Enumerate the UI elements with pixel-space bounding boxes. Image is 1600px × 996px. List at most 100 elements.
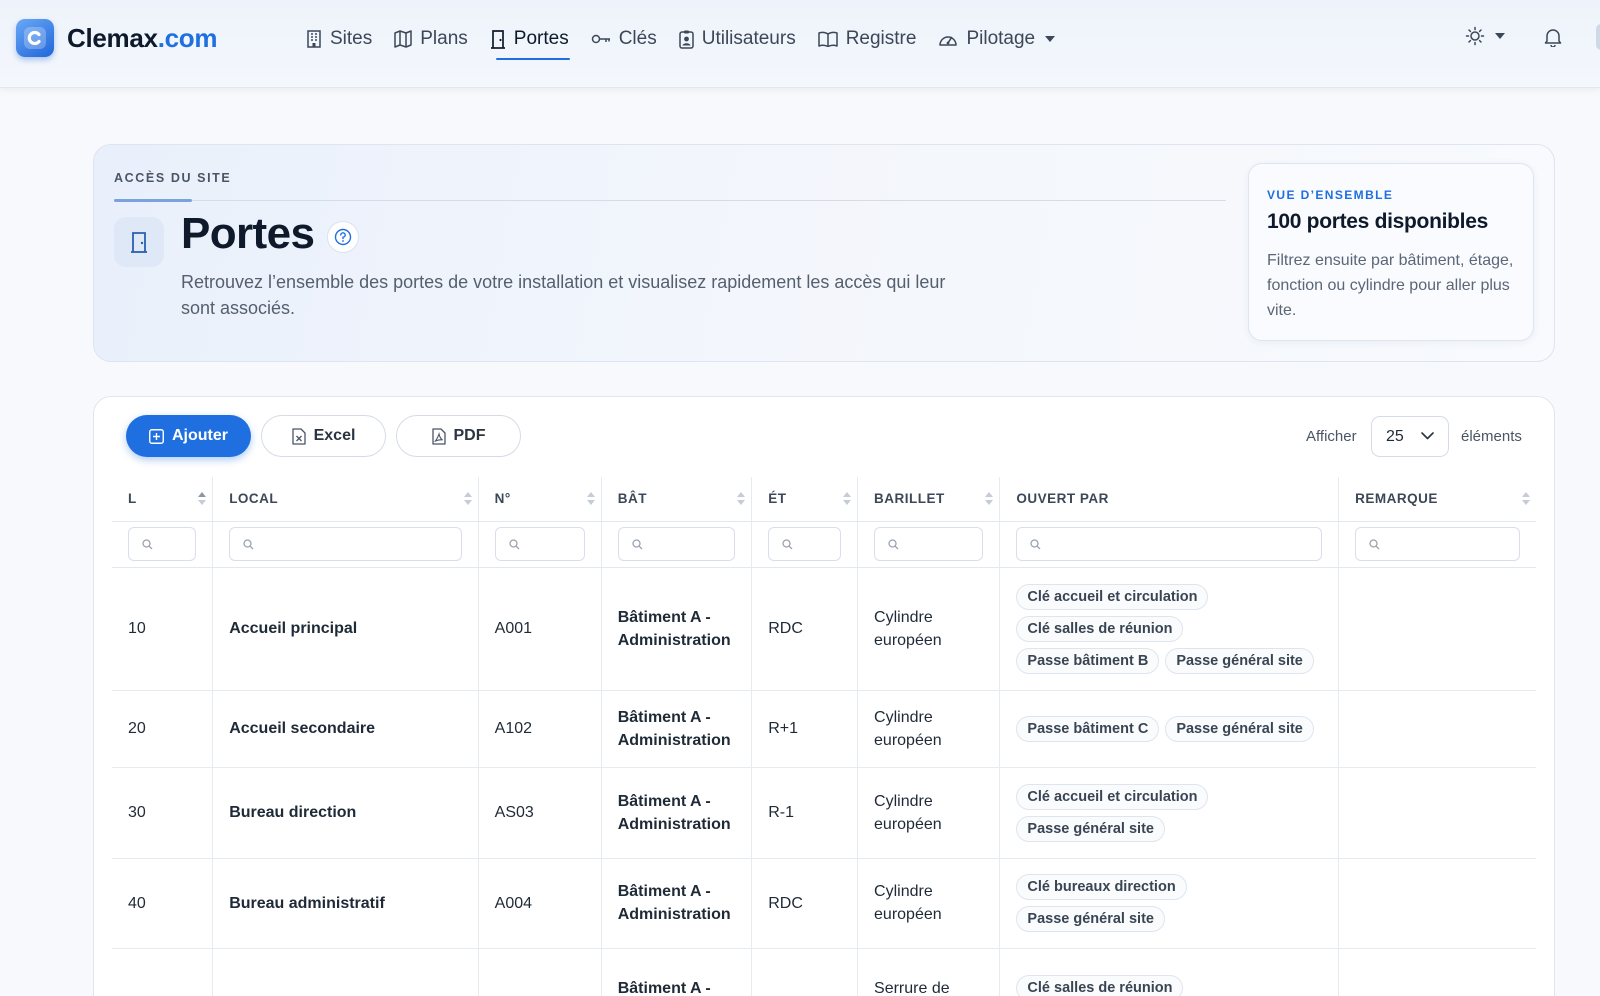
- nav-label: Portes: [513, 28, 569, 49]
- main-nav: Sites Plans Portes Clés Utilisateurs Reg…: [306, 22, 1077, 60]
- nav-item-sites[interactable]: Sites: [306, 22, 372, 56]
- overview-title: 100 portes disponibles: [1267, 210, 1488, 233]
- key-chip[interactable]: Passe bâtiment C: [1016, 715, 1160, 742]
- cell-etage: RDC: [751, 567, 858, 691]
- nav-item-portes[interactable]: Portes: [490, 22, 570, 60]
- nav-item-plans[interactable]: Plans: [394, 22, 468, 56]
- cell-numero: AS03: [477, 767, 602, 859]
- cell-barillet: Cylindre européen: [857, 858, 1000, 949]
- filter-input-l[interactable]: [128, 527, 197, 561]
- nav-item-utilisateurs[interactable]: Utilisateurs: [678, 22, 796, 56]
- cell-numero: A004: [477, 858, 602, 949]
- cell-barillet: Cylindre européen: [857, 567, 1000, 691]
- cell-batiment: Bâtiment A -: [600, 948, 752, 996]
- brand-logo-icon: [16, 19, 54, 57]
- column-header-label: L: [128, 491, 137, 507]
- cell-l: [112, 948, 213, 996]
- cell-etage: [751, 948, 858, 996]
- table-row[interactable]: Bâtiment A - Serrure de Clé salles de réun…: [112, 948, 1536, 996]
- map-icon: [394, 30, 412, 48]
- door-icon: [114, 217, 164, 267]
- theme-toggle[interactable]: [1465, 26, 1505, 46]
- chevron-down-icon: [1421, 432, 1434, 440]
- column-header-etage[interactable]: ÉT: [751, 477, 858, 522]
- brand[interactable]: Clemax.com: [16, 18, 217, 58]
- sort-icon: [985, 490, 994, 508]
- cell-barillet: Cylindre européen: [857, 690, 1000, 768]
- key-chip[interactable]: Clé bureaux direction: [1016, 874, 1187, 900]
- filter-input-barillet[interactable]: [874, 527, 984, 561]
- filter-input-local[interactable]: [229, 527, 462, 561]
- column-header-label: N°: [494, 491, 511, 507]
- cell-l: 20: [112, 690, 213, 768]
- key-chip[interactable]: Passe général site: [1016, 906, 1165, 932]
- column-header-label: BÂT: [617, 491, 647, 507]
- column-header-remarque[interactable]: REMARQUE: [1338, 477, 1536, 522]
- key-chip[interactable]: Passe bâtiment B: [1016, 647, 1160, 674]
- table-row[interactable]: 30 Bureau direction AS03 Bâtiment A - Admin…: [112, 767, 1536, 859]
- filter-input-remarque[interactable]: [1355, 527, 1520, 561]
- divider: [114, 200, 1226, 201]
- key-chip[interactable]: Passe général site: [1165, 715, 1314, 742]
- key-chip[interactable]: Clé accueil et circulation: [1016, 583, 1209, 610]
- nav-item-cles[interactable]: Clés: [591, 22, 657, 56]
- column-header-local[interactable]: LOCAL: [212, 477, 479, 522]
- badge-icon: [678, 30, 694, 49]
- cell-remarque: [1338, 567, 1536, 691]
- plus-square-icon: [149, 428, 164, 444]
- filter-input-numero[interactable]: [494, 527, 585, 561]
- pdf-button-label: PDF: [453, 427, 486, 444]
- nav-label: Registre: [845, 28, 917, 49]
- page-size-suffix: éléments: [1461, 428, 1522, 445]
- cell-l: 40: [112, 858, 213, 949]
- nav-label: Plans: [420, 28, 468, 49]
- filter-input-ouvert-par[interactable]: [1016, 527, 1323, 561]
- overview-description: Filtrez ensuite par bâtiment, étage, fon…: [1267, 252, 1514, 319]
- cell-ouvert-par: Clé bureaux direction Passe général site: [999, 858, 1339, 949]
- key-chip[interactable]: Passe général site: [1165, 647, 1314, 674]
- cell-batiment: Bâtiment A - Administration: [600, 690, 752, 768]
- cell-batiment: Bâtiment A - Administration: [600, 767, 752, 859]
- cell-ouvert-par: Clé salles de réunion: [999, 948, 1339, 996]
- column-header-label: ÉT: [768, 491, 787, 507]
- search-icon: [509, 538, 520, 549]
- cell-l: 10: [112, 567, 213, 691]
- gauge-icon: [939, 36, 958, 46]
- cell-ouvert-par: Clé accueil et circulation Clé salles de …: [999, 567, 1339, 691]
- key-chip[interactable]: Clé accueil et circulation: [1016, 783, 1209, 810]
- column-header-l[interactable]: L: [112, 477, 213, 522]
- table-row[interactable]: 40 Bureau administratif A004 Bâtiment A - A…: [112, 858, 1536, 949]
- overview-eyebrow: VUE D’ENSEMBLE: [1267, 188, 1394, 202]
- cell-batiment: Bâtiment A - Administration: [600, 567, 752, 691]
- key-chip[interactable]: Passe général site: [1016, 815, 1165, 842]
- page-size-select[interactable]: 25: [1371, 416, 1449, 457]
- cell-ouvert-par: Clé accueil et circulation Passe général …: [999, 767, 1339, 859]
- export-pdf-button[interactable]: PDF: [396, 415, 521, 457]
- cell-etage: R+1: [751, 690, 858, 768]
- cell-local: Accueil secondaire: [212, 690, 479, 768]
- cell-barillet: Serrure de: [857, 948, 1000, 996]
- nav-item-pilotage[interactable]: Pilotage: [938, 22, 1056, 56]
- column-header-batiment[interactable]: BÂT: [600, 477, 752, 522]
- search-icon: [142, 538, 153, 549]
- notifications-button[interactable]: [1544, 27, 1562, 52]
- column-header-barillet[interactable]: BARILLET: [857, 477, 1000, 522]
- key-chip[interactable]: Clé salles de réunion: [1016, 615, 1184, 642]
- nav-item-registre[interactable]: Registre: [817, 22, 917, 56]
- section-eyebrow: ACCÈS DU SITE: [114, 171, 232, 185]
- cell-barillet: Cylindre européen: [857, 767, 1000, 859]
- filter-input-batiment[interactable]: [617, 527, 736, 561]
- cell-remarque: [1338, 767, 1536, 859]
- filter-input-etage[interactable]: [768, 527, 842, 561]
- help-icon[interactable]: [327, 221, 359, 253]
- export-excel-button[interactable]: Excel: [261, 415, 386, 457]
- add-button[interactable]: Ajouter: [126, 415, 251, 457]
- sun-icon: [1465, 26, 1485, 46]
- column-header-label: REMARQUE: [1355, 491, 1438, 507]
- column-header-numero[interactable]: N°: [477, 477, 602, 522]
- table-row[interactable]: 10 Accueil principal A001 Bâtiment A - Admi…: [112, 567, 1536, 691]
- cell-numero: [477, 948, 602, 996]
- table-row[interactable]: 20 Accueil secondaire A102 Bâtiment A - Adm…: [112, 690, 1536, 768]
- avatar[interactable]: [1596, 24, 1600, 50]
- key-chip[interactable]: Clé salles de réunion: [1016, 975, 1184, 996]
